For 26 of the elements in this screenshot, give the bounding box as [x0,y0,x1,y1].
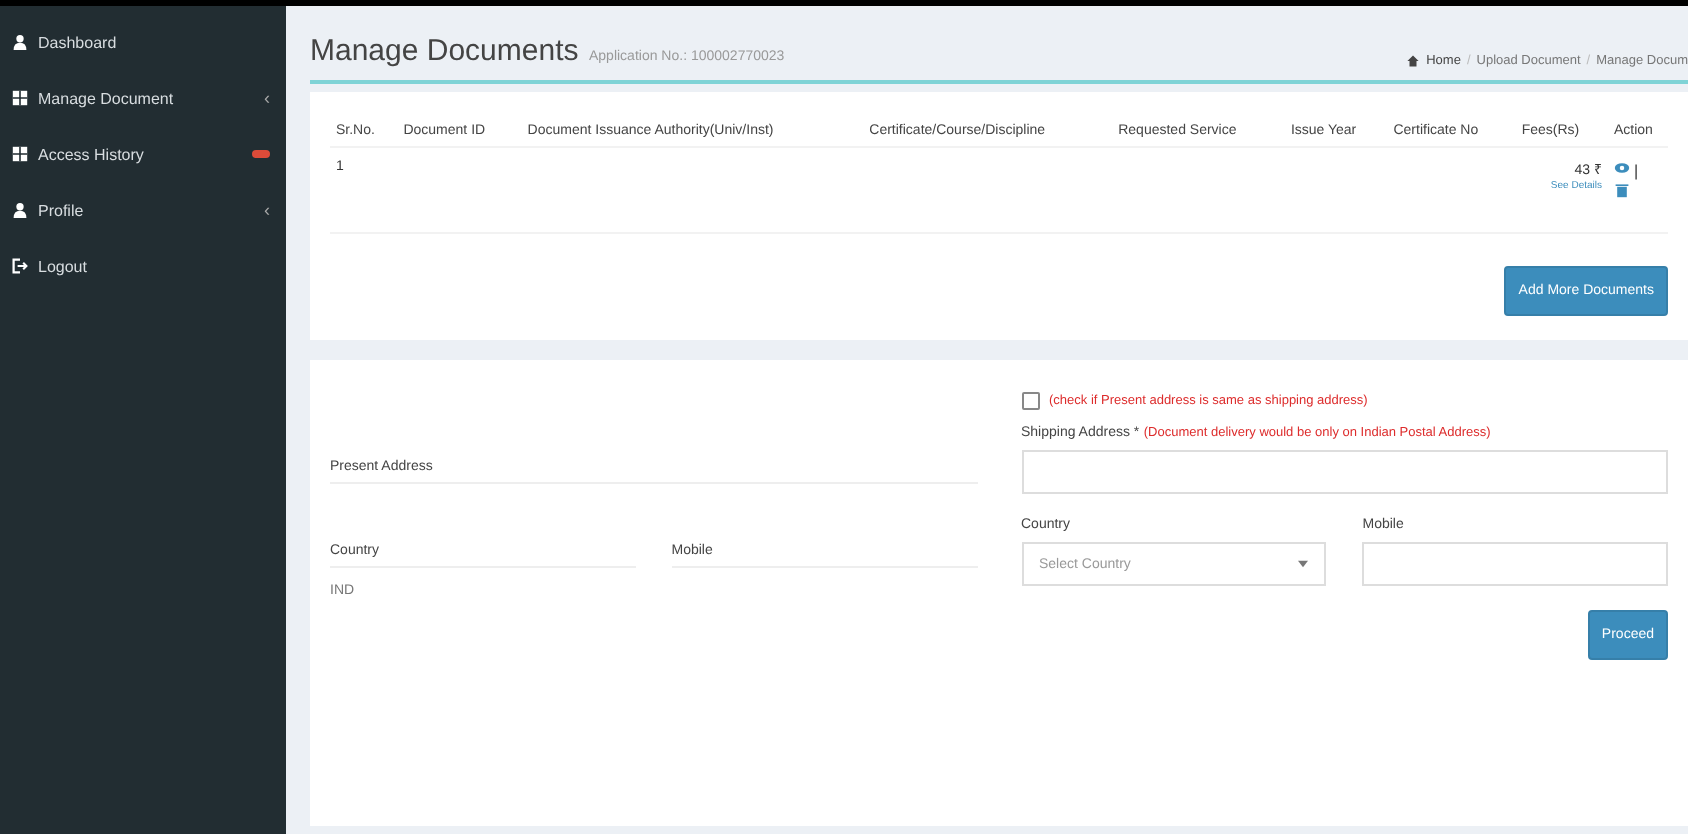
trash-icon[interactable] [1614,182,1630,198]
user-icon [12,34,28,50]
sidebar-item-label: Profile [38,201,86,219]
sidebar-item-label: Dashboard [38,33,119,51]
sidebar-item[interactable]: Access History [0,126,286,182]
sidebar-item[interactable]: Dashboard [0,14,286,70]
sidebar-item[interactable]: Manage Document ‹ [0,70,286,126]
sidebar-item-label: Manage Document [38,89,176,107]
home-icon [1406,54,1421,68]
sidebar-item[interactable]: Profile ‹ [0,182,286,238]
separator: | [1634,163,1639,179]
caret-icon [1298,560,1309,568]
page-title: Manage Documents [310,34,579,68]
checkbox[interactable] [1021,392,1039,410]
shipping-address-field[interactable] [1021,450,1668,494]
user-icon [12,202,28,218]
grid-icon [12,146,28,162]
chevron-icon: ‹ [264,88,270,108]
sidebar-item-label: Logout [38,257,89,275]
grid-icon [12,90,28,106]
mobile-field[interactable] [1362,542,1668,586]
eye-icon[interactable] [1614,160,1630,176]
logout-icon [12,258,28,274]
chevron-icon: ‹ [264,200,270,220]
sidebar-item[interactable]: Logout [0,238,286,294]
sidebar-item-label: Access History [38,145,146,163]
